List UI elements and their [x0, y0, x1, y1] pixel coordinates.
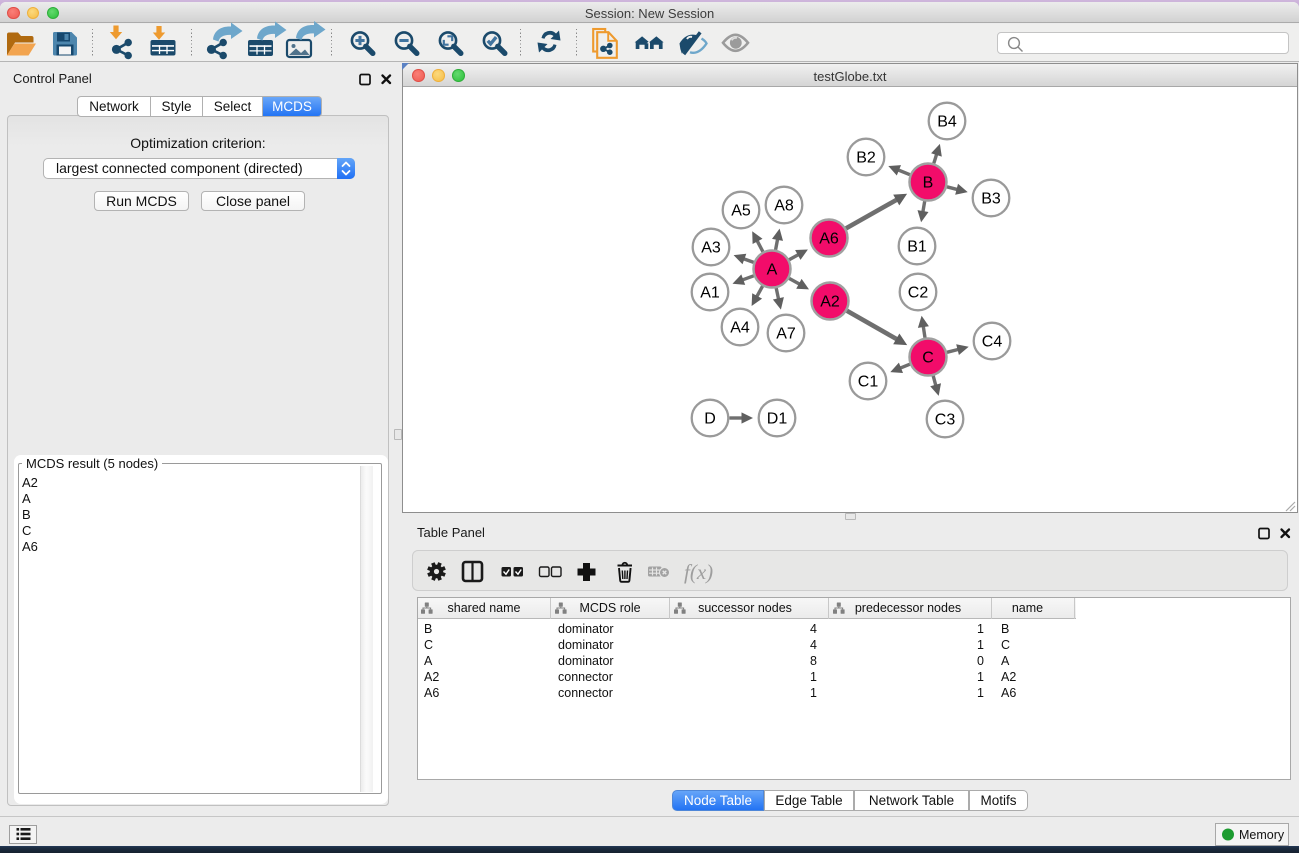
svg-text:B: B — [923, 175, 934, 192]
svg-text:B1: B1 — [907, 239, 927, 256]
svg-text:C: C — [922, 350, 934, 367]
svg-text:C4: C4 — [982, 334, 1003, 351]
svg-text:A6: A6 — [819, 231, 839, 248]
svg-text:B2: B2 — [856, 150, 876, 167]
svg-text:C2: C2 — [908, 285, 929, 302]
svg-text:A8: A8 — [774, 198, 794, 215]
svg-text:A1: A1 — [700, 285, 720, 302]
svg-text:C1: C1 — [858, 374, 879, 391]
svg-text:C3: C3 — [935, 412, 956, 429]
svg-text:Memory: Memory — [1239, 828, 1285, 842]
svg-text:A3: A3 — [701, 240, 721, 257]
svg-text:B4: B4 — [937, 114, 957, 131]
svg-text:D1: D1 — [767, 411, 788, 428]
svg-text:A4: A4 — [730, 320, 750, 337]
svg-text:A5: A5 — [731, 203, 751, 220]
svg-text:D: D — [704, 411, 716, 428]
svg-text:A7: A7 — [776, 326, 796, 343]
svg-text:A2: A2 — [820, 294, 840, 311]
svg-text:B3: B3 — [981, 191, 1001, 208]
svg-text:A: A — [767, 262, 778, 279]
